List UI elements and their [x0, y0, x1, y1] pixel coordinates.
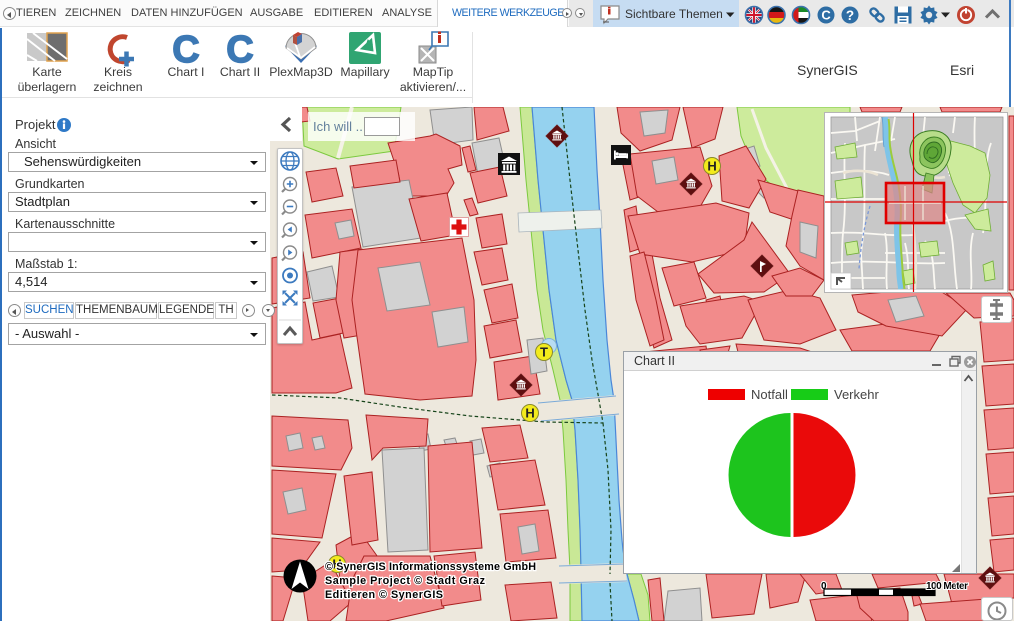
- svg-text:Notfall: Notfall: [751, 387, 788, 402]
- svg-text:?: ?: [846, 8, 854, 23]
- svg-text:H: H: [525, 406, 534, 421]
- svg-text:Chart II: Chart II: [220, 65, 260, 79]
- svg-text:100 Meter: 100 Meter: [926, 581, 968, 592]
- svg-text:Editieren © SynerGIS: Editieren © SynerGIS: [325, 589, 443, 601]
- svg-text:© SynerGIS Informationssysteme: © SynerGIS Informationssysteme GmbH: [325, 561, 536, 573]
- svg-text:überlagern: überlagern: [18, 80, 77, 94]
- svg-text:Chart I: Chart I: [168, 65, 205, 79]
- svg-text:aktivieren/...: aktivieren/...: [400, 80, 466, 94]
- svg-text:Sichtbare Themen: Sichtbare Themen: [625, 7, 723, 21]
- svg-text:Karte: Karte: [32, 65, 62, 79]
- svg-text:T: T: [540, 345, 548, 360]
- svg-text:Sample Project © Stadt Graz: Sample Project © Stadt Graz: [325, 575, 486, 587]
- svg-text:zeichnen: zeichnen: [93, 80, 142, 94]
- svg-text:Mapillary: Mapillary: [340, 65, 390, 79]
- svg-text:H: H: [707, 159, 716, 174]
- svg-text:MapTip: MapTip: [413, 65, 454, 79]
- svg-text:PlexMap3D: PlexMap3D: [269, 65, 333, 79]
- svg-text:Kreis: Kreis: [104, 65, 132, 79]
- svg-text:Verkehr: Verkehr: [834, 387, 879, 402]
- svg-text:C: C: [821, 8, 831, 23]
